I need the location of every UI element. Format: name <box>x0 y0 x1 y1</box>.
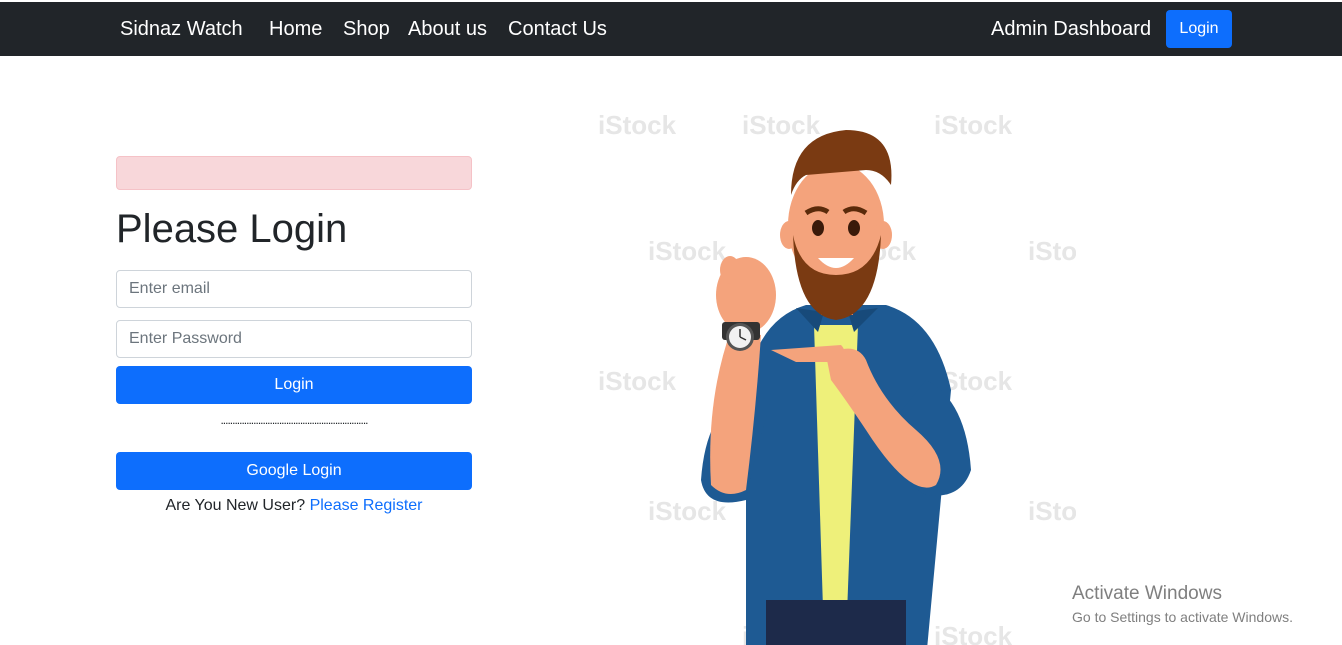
brand-logo[interactable]: Sidnaz Watch <box>120 18 243 41</box>
svg-text:iStock: iStock <box>742 110 821 140</box>
divider-dots: ........................................… <box>220 413 368 427</box>
nav-contact-us[interactable]: Contact Us <box>508 18 607 41</box>
svg-text:iStock: iStock <box>934 621 1013 645</box>
hero-illustration: iStock iStock iStock iStock iStock iStoc… <box>596 100 1076 645</box>
svg-text:iStock: iStock <box>934 110 1013 140</box>
svg-text:iStock: iStock <box>598 366 677 396</box>
svg-text:iStock: iStock <box>598 110 677 140</box>
svg-text:iStock: iStock <box>648 496 727 526</box>
nav-admin-dashboard[interactable]: Admin Dashboard <box>991 18 1151 41</box>
login-button[interactable]: Login <box>116 366 472 404</box>
nav-about-us[interactable]: About us <box>408 18 487 41</box>
windows-activation-overlay: Activate Windows Go to Settings to activ… <box>1072 583 1293 625</box>
svg-text:iStock: iStock <box>1028 496 1076 526</box>
nav-shop[interactable]: Shop <box>343 18 390 41</box>
register-link[interactable]: Please Register <box>310 497 423 514</box>
svg-text:iStock: iStock <box>1028 236 1076 266</box>
activate-title: Activate Windows <box>1072 583 1222 604</box>
svg-text:iStock: iStock <box>648 236 727 266</box>
email-input[interactable] <box>116 270 472 308</box>
nav-login-button[interactable]: Login <box>1166 10 1232 48</box>
activate-subtitle: Go to Settings to activate Windows. <box>1072 609 1293 625</box>
page-title: Please Login <box>116 207 348 251</box>
nav-home[interactable]: Home <box>269 18 322 41</box>
error-alert <box>116 156 472 190</box>
navbar: Sidnaz Watch Home Shop About us Contact … <box>0 2 1342 56</box>
new-user-text: Are You New User? <box>165 497 306 514</box>
man-with-watch-image: iStock iStock iStock iStock iStock iStoc… <box>598 110 1076 645</box>
google-login-button[interactable]: Google Login <box>116 452 472 490</box>
register-prompt: Are You New User? Please Register <box>116 497 472 515</box>
password-input[interactable] <box>116 320 472 358</box>
